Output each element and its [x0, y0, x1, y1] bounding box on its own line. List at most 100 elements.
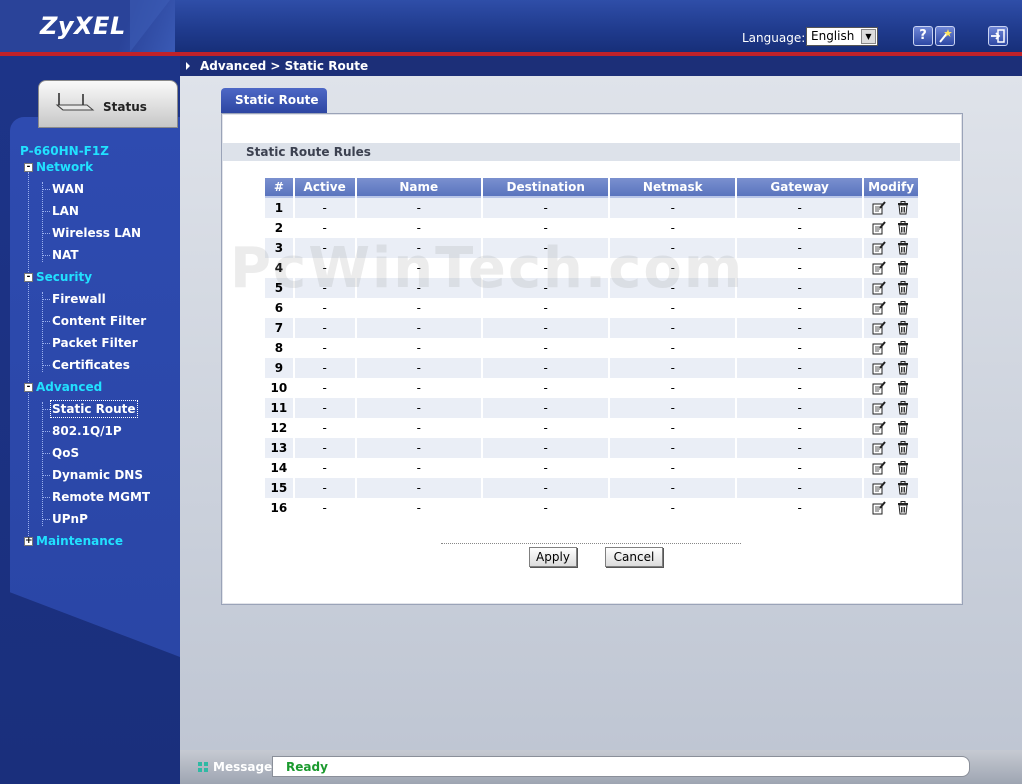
menu-item-content-filter[interactable]: Content Filter	[52, 314, 146, 328]
delete-icon[interactable]	[896, 501, 910, 515]
menu-item-wireless-lan[interactable]: Wireless LAN	[52, 226, 141, 240]
apply-button[interactable]: Apply	[529, 547, 577, 567]
delete-icon[interactable]	[896, 481, 910, 495]
expander-network[interactable]: -	[24, 163, 33, 172]
delete-icon[interactable]	[896, 381, 910, 395]
edit-icon[interactable]	[872, 221, 886, 235]
delete-icon[interactable]	[896, 421, 910, 435]
cancel-button[interactable]: Cancel	[605, 547, 663, 567]
edit-icon[interactable]	[872, 401, 886, 415]
table-cell: -	[737, 458, 863, 478]
edit-icon[interactable]	[872, 381, 886, 395]
menu-section-network[interactable]: Network	[36, 160, 93, 174]
modify-cell	[864, 238, 918, 258]
table-cell: -	[294, 238, 355, 258]
language-select[interactable]: English ▼	[806, 27, 878, 46]
expander-security[interactable]: -	[24, 273, 33, 282]
table-cell: -	[610, 418, 736, 438]
table-cell: -	[610, 258, 736, 278]
edit-icon[interactable]	[872, 261, 886, 275]
table-cell: -	[356, 398, 482, 418]
delete-icon[interactable]	[896, 341, 910, 355]
expander-advanced[interactable]: -	[24, 383, 33, 392]
menu-item-remote-mgmt[interactable]: Remote MGMT	[52, 490, 150, 504]
status-tab[interactable]: Status	[38, 80, 178, 128]
table-cell: -	[294, 318, 355, 338]
delete-icon[interactable]	[896, 241, 910, 255]
menu-section-advanced[interactable]: Advanced	[36, 380, 102, 394]
delete-icon[interactable]	[896, 281, 910, 295]
language-value: English	[811, 29, 855, 43]
delete-icon[interactable]	[896, 221, 910, 235]
table-cell: -	[610, 438, 736, 458]
divider	[441, 543, 741, 544]
table-cell: -	[356, 198, 482, 218]
table-cell: -	[356, 338, 482, 358]
delete-icon[interactable]	[896, 361, 910, 375]
table-cell: -	[737, 378, 863, 398]
edit-icon[interactable]	[872, 481, 886, 495]
table-cell: -	[737, 258, 863, 278]
table-cell: -	[610, 498, 736, 518]
delete-icon[interactable]	[896, 401, 910, 415]
device-model: P-660HN-F1Z	[20, 144, 109, 158]
col-header-name: Name	[356, 178, 482, 198]
edit-icon[interactable]	[872, 501, 886, 515]
table-cell: -	[483, 318, 609, 338]
menu-item-lan[interactable]: LAN	[52, 204, 79, 218]
logout-button[interactable]	[988, 26, 1008, 46]
menu-item-upnp[interactable]: UPnP	[52, 512, 88, 526]
delete-icon[interactable]	[896, 301, 910, 315]
menu-item-wan[interactable]: WAN	[52, 182, 84, 196]
delete-icon[interactable]	[896, 261, 910, 275]
section-title: Static Route Rules	[222, 143, 960, 161]
menu-section-maintenance[interactable]: Maintenance	[36, 534, 123, 548]
table-cell: -	[356, 378, 482, 398]
col-header-modify: Modify	[864, 178, 918, 198]
delete-icon[interactable]	[896, 441, 910, 455]
edit-icon[interactable]	[872, 281, 886, 295]
table-cell: -	[483, 278, 609, 298]
edit-icon[interactable]	[872, 441, 886, 455]
edit-icon[interactable]	[872, 321, 886, 335]
help-button[interactable]: ?	[913, 26, 933, 46]
edit-icon[interactable]	[872, 201, 886, 215]
modify-cell	[864, 318, 918, 338]
table-cell: -	[356, 458, 482, 478]
row-number: 6	[265, 298, 293, 318]
table-cell: -	[737, 318, 863, 338]
delete-icon[interactable]	[896, 201, 910, 215]
edit-icon[interactable]	[872, 341, 886, 355]
expander-maintenance[interactable]: +	[24, 537, 33, 546]
table-cell: -	[294, 378, 355, 398]
tree-branch	[42, 189, 50, 190]
tree-branch	[42, 299, 50, 300]
table-cell: -	[483, 398, 609, 418]
edit-icon[interactable]	[872, 361, 886, 375]
arrow-right-icon	[186, 62, 194, 70]
menu-item-firewall[interactable]: Firewall	[52, 292, 106, 306]
menu-item-static-route[interactable]: Static Route	[50, 400, 138, 418]
wizard-button[interactable]	[935, 26, 955, 46]
table-cell: -	[294, 258, 355, 278]
table-cell: -	[737, 338, 863, 358]
menu-item-8021q[interactable]: 802.1Q/1P	[52, 424, 122, 438]
delete-icon[interactable]	[896, 461, 910, 475]
menu-item-dynamic-dns[interactable]: Dynamic DNS	[52, 468, 143, 482]
menu-item-qos[interactable]: QoS	[52, 446, 79, 460]
table-cell: -	[294, 438, 355, 458]
menu-section-security[interactable]: Security	[36, 270, 92, 284]
menu-item-packet-filter[interactable]: Packet Filter	[52, 336, 138, 350]
tab-static-route[interactable]: Static Route	[221, 88, 327, 113]
menu-item-nat[interactable]: NAT	[52, 248, 79, 262]
edit-icon[interactable]	[872, 241, 886, 255]
table-cell: -	[356, 298, 482, 318]
col-header-gateway: Gateway	[737, 178, 863, 198]
edit-icon[interactable]	[872, 421, 886, 435]
delete-icon[interactable]	[896, 321, 910, 335]
menu-item-certificates[interactable]: Certificates	[52, 358, 130, 372]
edit-icon[interactable]	[872, 301, 886, 315]
table-cell: -	[356, 258, 482, 278]
edit-icon[interactable]	[872, 461, 886, 475]
table-row: 6-----	[265, 298, 918, 318]
